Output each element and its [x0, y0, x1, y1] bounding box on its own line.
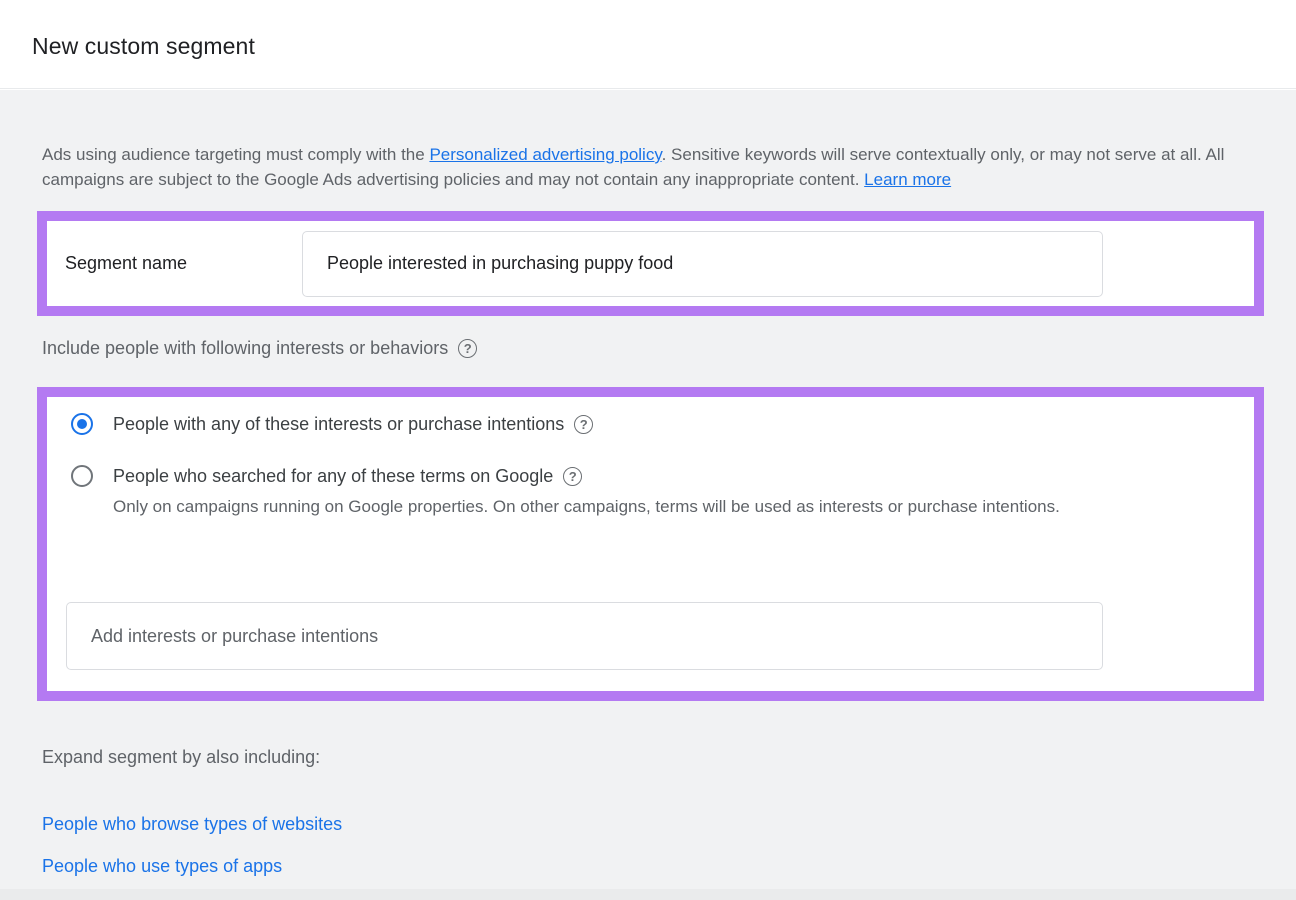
- page-title: New custom segment: [32, 33, 255, 60]
- radio-label-row: People with any of these interests or pu…: [113, 414, 593, 435]
- learn-more-link[interactable]: Learn more: [864, 170, 951, 189]
- include-section-heading: Include people with following interests …: [42, 338, 448, 359]
- policy-disclaimer: Ads using audience targeting must comply…: [42, 142, 1248, 192]
- radio-option-search-terms[interactable]: People who searched for any of these ter…: [71, 465, 582, 487]
- browse-websites-link[interactable]: People who browse types of websites: [42, 814, 342, 835]
- personalized-advertising-policy-link[interactable]: Personalized advertising policy: [429, 145, 661, 164]
- add-interests-input[interactable]: [66, 602, 1103, 670]
- segment-name-label: Segment name: [65, 253, 302, 274]
- radio-button-search-terms[interactable]: [71, 465, 93, 487]
- help-icon[interactable]: ?: [563, 467, 582, 486]
- search-terms-description: Only on campaigns running on Google prop…: [113, 494, 1060, 520]
- radio-option-interests[interactable]: People with any of these interests or pu…: [71, 413, 593, 435]
- radio-label-row: People who searched for any of these ter…: [113, 466, 582, 487]
- use-apps-link[interactable]: People who use types of apps: [42, 856, 282, 877]
- include-section-heading-row: Include people with following interests …: [42, 338, 477, 359]
- interests-options-panel: People with any of these interests or pu…: [47, 397, 1254, 691]
- radio-option-search-terms-label: People who searched for any of these ter…: [113, 466, 553, 487]
- dialog-header: New custom segment: [0, 0, 1296, 89]
- help-icon[interactable]: ?: [574, 415, 593, 434]
- bottom-edge-strip: [0, 889, 1296, 900]
- expand-section-heading: Expand segment by also including:: [42, 747, 320, 768]
- segment-name-highlight-box: Segment name: [37, 211, 1264, 316]
- interests-highlight-box: People with any of these interests or pu…: [37, 387, 1264, 701]
- disclaimer-text: Ads using audience targeting must comply…: [42, 145, 429, 164]
- radio-button-interests[interactable]: [71, 413, 93, 435]
- new-custom-segment-dialog: New custom segment Ads using audience ta…: [0, 0, 1296, 900]
- segment-name-row: Segment name: [47, 221, 1254, 306]
- help-icon[interactable]: ?: [458, 339, 477, 358]
- dialog-content: Ads using audience targeting must comply…: [0, 90, 1296, 900]
- radio-option-interests-label: People with any of these interests or pu…: [113, 414, 564, 435]
- segment-name-input[interactable]: [302, 231, 1103, 297]
